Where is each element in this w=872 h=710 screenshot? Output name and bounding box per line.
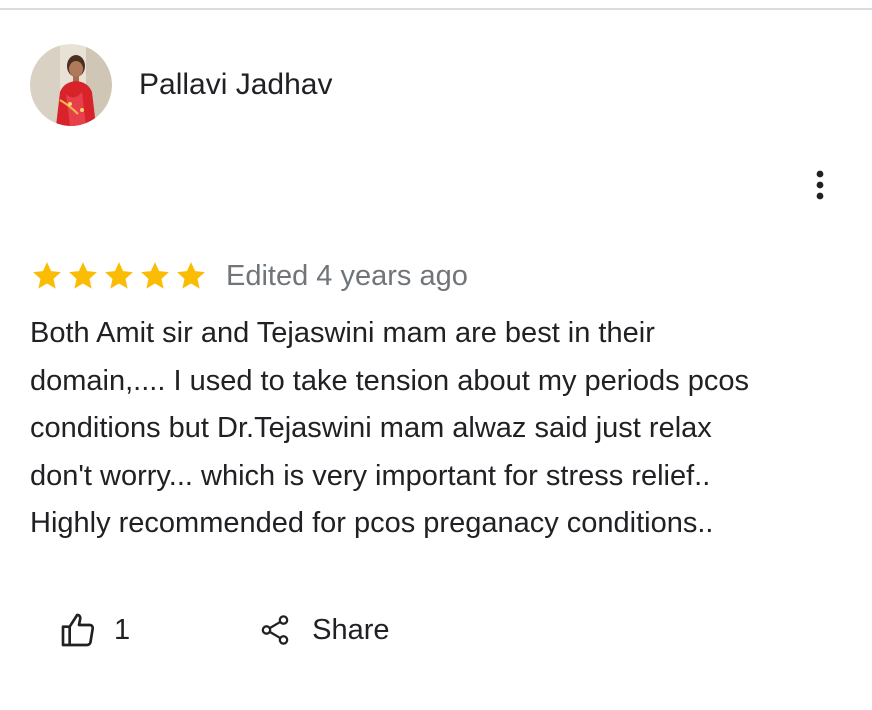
- review-text-line: conditions but Dr.Tejaswini mam alwaz sa…: [30, 412, 712, 444]
- share-label: Share: [312, 614, 390, 646]
- reviewer-avatar[interactable]: [30, 44, 112, 126]
- top-divider: [0, 8, 872, 10]
- avatar-photo: [30, 44, 112, 126]
- review-date: Edited 4 years ago: [226, 260, 468, 292]
- thumbs-up-icon: [61, 613, 95, 647]
- review-text: Both Amit sir and Tejaswini mam are best…: [30, 310, 850, 548]
- more-options-button[interactable]: [800, 162, 840, 208]
- star-icon: [105, 262, 133, 289]
- star-icon: [177, 262, 205, 289]
- star-icon: [141, 262, 169, 289]
- review-text-line: domain,.... I used to take tension about…: [30, 364, 749, 397]
- review-card: Pallavi Jadhav Edited 4 years ago Both A…: [0, 0, 872, 710]
- action-row: 1 Share: [58, 604, 390, 656]
- like-button[interactable]: 1: [58, 610, 130, 650]
- review-text-line: don't worry... which is very important f…: [30, 459, 711, 492]
- review-text-line: Highly recommended for pcos preganacy co…: [30, 507, 714, 539]
- rating-row: Edited 4 years ago: [30, 256, 468, 296]
- star-icon: [33, 262, 61, 289]
- share-button[interactable]: Share: [258, 610, 390, 650]
- star-icon: [69, 262, 97, 289]
- star-rating: [30, 259, 208, 293]
- share-icon: [261, 615, 289, 645]
- reviewer-name[interactable]: Pallavi Jadhav: [139, 66, 332, 104]
- review-text-line: Both Amit sir and Tejaswini mam are best…: [30, 317, 655, 349]
- more-vert-icon: [816, 170, 824, 200]
- like-count: 1: [114, 614, 131, 646]
